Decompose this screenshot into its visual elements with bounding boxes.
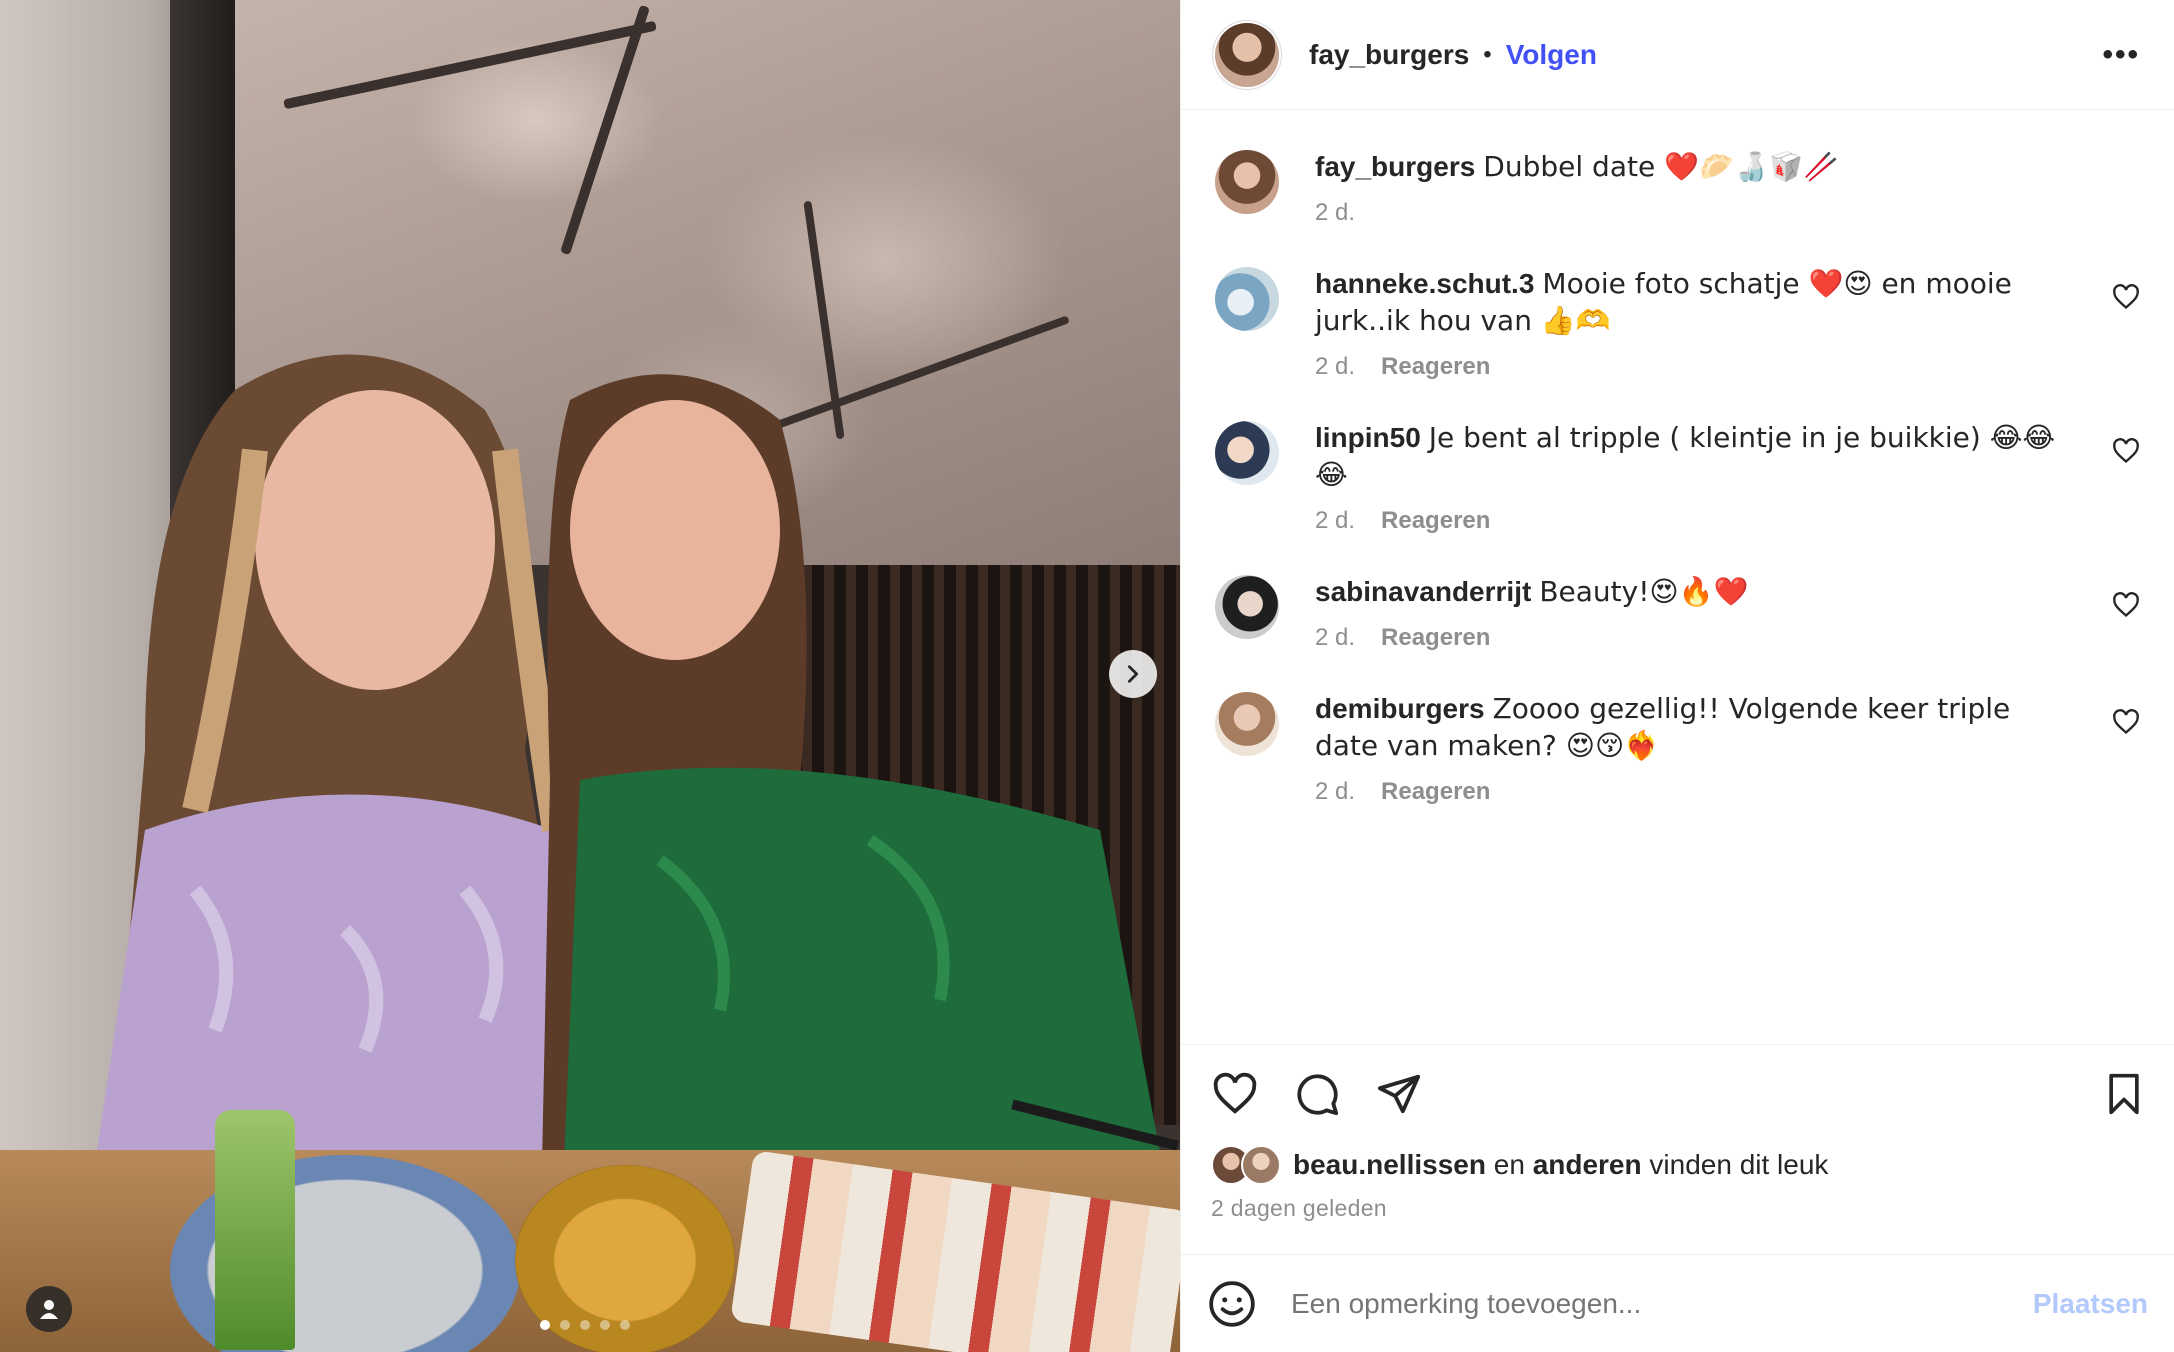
user-icon bbox=[40, 1300, 58, 1319]
comment-time[interactable]: 2 d. bbox=[1315, 778, 1355, 806]
caption-time[interactable]: 2 d. bbox=[1315, 199, 1355, 227]
comment-avatar[interactable] bbox=[1215, 421, 1279, 485]
tagged-users-button[interactable] bbox=[26, 1286, 72, 1332]
author-username[interactable]: fay_burgers bbox=[1309, 39, 1469, 71]
reply-button[interactable]: Reageren bbox=[1381, 624, 1490, 652]
caption-username[interactable]: fay_burgers bbox=[1315, 151, 1475, 182]
comment-avatar[interactable] bbox=[1215, 692, 1279, 756]
add-comment-bar: Plaatsen bbox=[1181, 1254, 2174, 1352]
likes-connector: en bbox=[1493, 1149, 1525, 1180]
comment-time[interactable]: 2 d. bbox=[1315, 353, 1355, 381]
comment-meta: 2 d. Reageren bbox=[1315, 778, 2070, 806]
comment-button[interactable] bbox=[1293, 1070, 1341, 1118]
comment-text: Je bent al tripple ( kleintje in je buik… bbox=[1315, 421, 2056, 491]
comment-item: linpin50 Je bent al tripple ( kleintje in… bbox=[1215, 421, 2140, 535]
comment-item: hanneke.schut.3 Mooie foto schatje ❤️😍 en… bbox=[1215, 267, 2140, 381]
carousel-dot bbox=[600, 1320, 610, 1330]
instagram-post-viewer: fay_burgers • Volgen ••• fay_burgers Dubb… bbox=[0, 0, 2174, 1352]
liker-username[interactable]: beau.nellissen bbox=[1293, 1149, 1486, 1180]
comment-text: Beauty!😍🔥❤️ bbox=[1539, 575, 1749, 608]
caption-avatar[interactable] bbox=[1215, 150, 1279, 214]
heart-icon bbox=[1213, 1072, 1257, 1114]
save-button[interactable] bbox=[2100, 1070, 2148, 1118]
post-side-panel: fay_burgers • Volgen ••• fay_burgers Dubb… bbox=[1180, 0, 2174, 1352]
comment-meta: 2 d. Reageren bbox=[1315, 624, 2070, 652]
comment-input[interactable] bbox=[1289, 1286, 2033, 1321]
caption-text: Dubbel date ❤️🥟🍶🥡🥢 bbox=[1483, 150, 1839, 183]
like-comment-heart-icon[interactable] bbox=[2112, 283, 2140, 311]
comment-meta: 2 d. Reageren bbox=[1315, 507, 2070, 535]
like-button[interactable] bbox=[1211, 1070, 1259, 1118]
carousel-next-button[interactable] bbox=[1109, 650, 1157, 698]
likes-summary: beau.nellissen en anderen vinden dit leu… bbox=[1211, 1145, 2148, 1185]
likes-suffix: vinden dit leuk bbox=[1649, 1149, 1829, 1180]
bookmark-icon bbox=[2109, 1073, 2139, 1115]
post-comment-button[interactable]: Plaatsen bbox=[2033, 1288, 2148, 1320]
carousel-dot bbox=[580, 1320, 590, 1330]
comment-username[interactable]: demiburgers bbox=[1315, 693, 1485, 724]
action-icons-row bbox=[1211, 1069, 2148, 1119]
comment-text-row: sabinavanderrijt Beauty!😍🔥❤️ bbox=[1315, 573, 2070, 610]
comment-time[interactable]: 2 d. bbox=[1315, 507, 1355, 535]
liker-avatar[interactable] bbox=[1241, 1145, 1281, 1185]
comment-text-row: linpin50 Je bent al tripple ( kleintje in… bbox=[1315, 419, 2070, 493]
like-comment-heart-icon[interactable] bbox=[2112, 708, 2140, 736]
paper-plane-icon bbox=[1377, 1074, 1421, 1114]
post-photo[interactable] bbox=[0, 0, 1180, 1352]
carousel-dot bbox=[620, 1320, 630, 1330]
likes-others-link[interactable]: anderen bbox=[1533, 1149, 1642, 1180]
comments-list: fay_burgers Dubbel date ❤️🥟🍶🥡🥢 2 d. hanne… bbox=[1181, 110, 2174, 1044]
like-comment-heart-icon[interactable] bbox=[2112, 437, 2140, 465]
comment-username[interactable]: sabinavanderrijt bbox=[1315, 576, 1531, 607]
carousel-dot bbox=[540, 1320, 550, 1330]
caption: fay_burgers Dubbel date ❤️🥟🍶🥡🥢 2 d. bbox=[1215, 150, 2140, 227]
comment-item: sabinavanderrijt Beauty!😍🔥❤️ 2 d. Reageren bbox=[1215, 575, 2140, 652]
comment-bubble-icon bbox=[1297, 1074, 1339, 1116]
post-date[interactable]: 2 dagen geleden bbox=[1211, 1195, 2148, 1222]
carousel-indicator bbox=[540, 1320, 630, 1330]
comment-username[interactable]: linpin50 bbox=[1315, 422, 1421, 453]
comment-text-row: hanneke.schut.3 Mooie foto schatje ❤️😍 en… bbox=[1315, 265, 2070, 339]
comment-username[interactable]: hanneke.schut.3 bbox=[1315, 268, 1534, 299]
header-separator: • bbox=[1483, 40, 1492, 68]
reply-button[interactable]: Reageren bbox=[1381, 778, 1490, 806]
like-comment-heart-icon[interactable] bbox=[2112, 591, 2140, 619]
more-options-icon[interactable]: ••• bbox=[2102, 38, 2140, 72]
photo-bottle bbox=[215, 1110, 295, 1350]
emoji-picker-icon[interactable] bbox=[1207, 1279, 1257, 1329]
post-actions: beau.nellissen en anderen vinden dit leu… bbox=[1181, 1044, 2174, 1254]
carousel-dot bbox=[560, 1320, 570, 1330]
caption-meta: 2 d. bbox=[1315, 199, 2070, 227]
follow-button[interactable]: Volgen bbox=[1506, 39, 1597, 71]
caption-text-row: fay_burgers Dubbel date ❤️🥟🍶🥡🥢 bbox=[1315, 148, 2070, 185]
comment-time[interactable]: 2 d. bbox=[1315, 624, 1355, 652]
likes-text: beau.nellissen en anderen vinden dit leu… bbox=[1293, 1149, 1828, 1181]
author-avatar[interactable] bbox=[1215, 22, 1279, 87]
comment-meta: 2 d. Reageren bbox=[1315, 353, 2070, 381]
share-button[interactable] bbox=[1375, 1070, 1423, 1118]
chevron-right-icon bbox=[1127, 665, 1139, 683]
comment-item: demiburgers Zoooo gezellig!! Volgende kee… bbox=[1215, 692, 2140, 806]
post-header: fay_burgers • Volgen ••• bbox=[1181, 0, 2174, 110]
reply-button[interactable]: Reageren bbox=[1381, 353, 1490, 381]
reply-button[interactable]: Reageren bbox=[1381, 507, 1490, 535]
comment-avatar[interactable] bbox=[1215, 267, 1279, 331]
comment-avatar[interactable] bbox=[1215, 575, 1279, 639]
comment-text-row: demiburgers Zoooo gezellig!! Volgende kee… bbox=[1315, 690, 2070, 764]
